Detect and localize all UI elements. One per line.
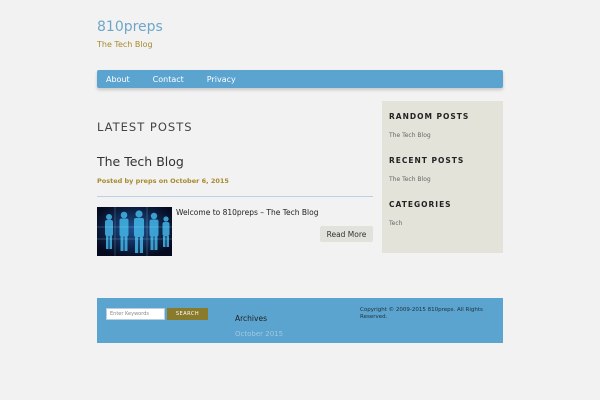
search-button[interactable]: SEARCH bbox=[167, 308, 208, 320]
post-divider bbox=[97, 196, 373, 197]
post-meta: Posted by preps on October 6, 2015 bbox=[97, 177, 229, 185]
archives-link-october-2015[interactable]: October 2015 bbox=[235, 330, 283, 338]
widget-link[interactable]: The Tech Blog bbox=[389, 132, 496, 139]
main-nav: About Contact Privacy bbox=[97, 70, 503, 88]
post-thumbnail[interactable] bbox=[97, 207, 172, 256]
widget-link[interactable]: Tech bbox=[389, 220, 496, 227]
read-more-button[interactable]: Read More bbox=[320, 226, 373, 242]
site-tagline: The Tech Blog bbox=[97, 40, 153, 49]
post-title[interactable]: The Tech Blog bbox=[97, 154, 184, 169]
copyright-text: Copyright © 2009-2015 810preps. All Righ… bbox=[360, 307, 483, 320]
nav-item-privacy[interactable]: Privacy bbox=[207, 75, 236, 84]
site-title[interactable]: 810preps bbox=[97, 19, 163, 35]
categories-widget: CATEGORIES Tech bbox=[389, 200, 496, 227]
widget-link[interactable]: The Tech Blog bbox=[389, 176, 496, 183]
archives-title: Archives bbox=[235, 314, 267, 323]
recent-posts-widget: RECENT POSTS The Tech Blog bbox=[389, 156, 496, 183]
nav-item-about[interactable]: About bbox=[106, 75, 130, 84]
widget-title: RANDOM POSTS bbox=[389, 112, 470, 121]
post-excerpt-title[interactable]: Welcome to 810preps – The Tech Blog bbox=[176, 208, 319, 217]
sidebar: RANDOM POSTS The Tech Blog RECENT POSTS … bbox=[382, 101, 503, 253]
random-posts-widget: RANDOM POSTS The Tech Blog bbox=[389, 112, 496, 139]
digital-people-image bbox=[97, 207, 172, 256]
footer: SEARCH Archives October 2015 Copyright ©… bbox=[97, 298, 503, 343]
nav-item-contact[interactable]: Contact bbox=[153, 75, 184, 84]
widget-title: RECENT POSTS bbox=[389, 156, 465, 165]
search-input[interactable] bbox=[106, 308, 165, 320]
widget-title: CATEGORIES bbox=[389, 200, 452, 209]
latest-posts-heading: LATEST POSTS bbox=[97, 120, 193, 134]
